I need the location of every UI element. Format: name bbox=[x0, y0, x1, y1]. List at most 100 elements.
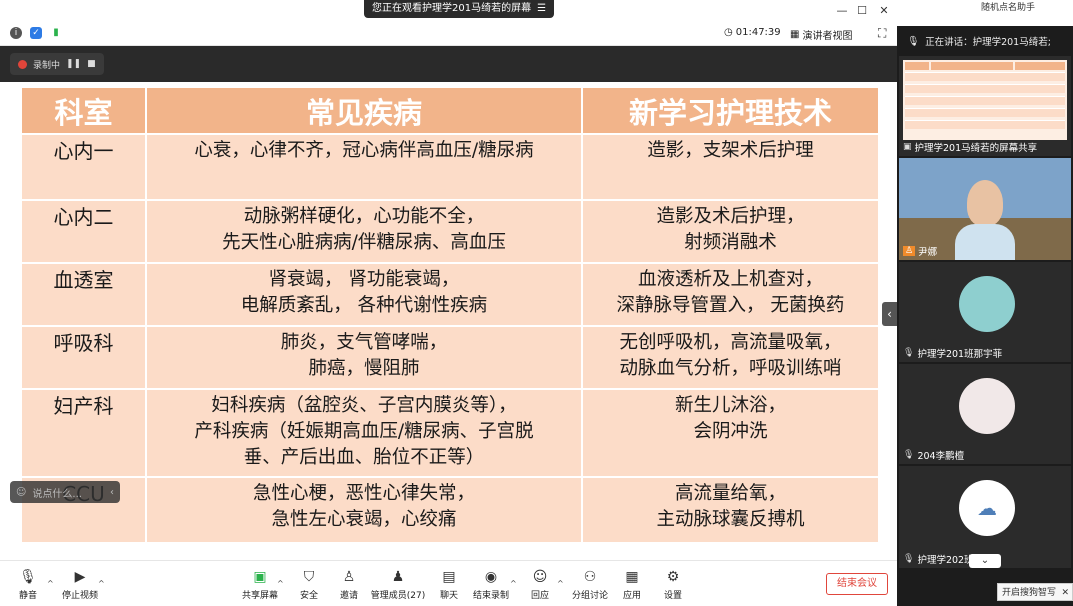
chat-icon: ▤ bbox=[442, 569, 456, 585]
expand-panel-icon[interactable]: ‹ bbox=[882, 302, 897, 326]
emoji-icon[interactable]: ☺ bbox=[16, 487, 26, 498]
diseases-line: 急性左心衰竭，心绞痛 bbox=[271, 509, 457, 530]
header-diseases: 常见疾病 bbox=[145, 86, 583, 135]
end-recording-label: 结束录制 bbox=[472, 591, 509, 601]
speaking-indicator: 🎙 正在讲话：护理学201马绮若; bbox=[897, 30, 1073, 52]
tile-name: ▣ 护理学201马绮若的屏幕共享 bbox=[903, 140, 1037, 154]
video-tile[interactable]: ♙ 尹娜 bbox=[899, 158, 1071, 260]
speaking-text: 正在讲话：护理学201马绮若; bbox=[925, 37, 1051, 48]
tech-line: 动脉血气分析，呼吸训练哨 bbox=[619, 358, 842, 379]
avatar bbox=[959, 276, 1015, 332]
tech-line: 高流量给氧， bbox=[674, 483, 786, 504]
minimize-icon[interactable]: — bbox=[834, 3, 850, 19]
diseases-cell: 心衰，心律不齐，冠心病伴高血压/糖尿病 bbox=[145, 133, 583, 201]
view-mode-button[interactable]: ▦ 演讲者视图 bbox=[790, 27, 852, 42]
tile-name: 🎙 204李鹏檀 bbox=[903, 448, 964, 462]
record-dot-icon bbox=[18, 59, 27, 69]
sogou-tooltip[interactable]: 开启搜狗智写 ✕ bbox=[997, 583, 1073, 601]
mini-row bbox=[905, 84, 1065, 93]
diseases-cell: 肾衰竭， 肾功能衰竭， 电解质紊乱， 各种代谢性疾病 bbox=[145, 262, 583, 327]
diseases-cell: 妇科疾病（盆腔炎、子宫内膜炎等）， 产科疾病（妊娠期高血压/糖尿病、子宫脱 垂、产后… bbox=[145, 388, 583, 478]
security-label: 安全 bbox=[299, 591, 318, 601]
table-row: 妇产科 妇科疾病（盆腔炎、子宫内膜炎等）， 产科疾病（妊娠期高血压/糖尿病、子宫脱垂… bbox=[20, 388, 880, 478]
tech-cell: 血液透析及上机查对， 深静脉导管置入， 无菌换药 bbox=[581, 262, 880, 327]
table-row: CCU急性心梗，恶性心律失常，急性左心衰竭，心绞痛高流量给氧，主动脉球囊反搏机 bbox=[20, 476, 880, 544]
close-icon[interactable]: ✕ bbox=[876, 3, 892, 19]
close-icon[interactable]: ✕ bbox=[1061, 584, 1069, 602]
mini-row bbox=[905, 120, 1065, 129]
stop-video-label: 停止视频 bbox=[61, 591, 98, 601]
meeting-app: 您正在观看护理学201马绮若的屏幕 ☰ — ☐ ✕ i ✓ ▮ ◷ 01:47:… bbox=[0, 0, 1073, 606]
dept-cell: 血透室 bbox=[20, 262, 147, 327]
tech-line: 无创呼吸机，高流量吸氧， bbox=[619, 332, 842, 353]
person-body bbox=[955, 224, 1015, 260]
share-screen-icon: ▣ bbox=[253, 569, 267, 585]
diseases-line: 肾衰竭， 肾功能衰竭， bbox=[268, 269, 460, 290]
tech-cell: 造影及术后护理， 射频消融术 bbox=[581, 199, 880, 264]
participant-tile[interactable]: 🎙 护理学201班那宇菲 bbox=[899, 262, 1071, 362]
meeting-info-bar: i ✓ ▮ ◷ 01:47:39 ▦ 演讲者视图 ⛶ bbox=[0, 22, 897, 46]
manage-members-button[interactable]: ♟ 管理成员(27) bbox=[370, 569, 426, 601]
diseases-line: 急性心梗，恶性心律失常， bbox=[252, 483, 475, 504]
screen-share-icon: ▣ bbox=[903, 142, 912, 152]
shared-slide: 科室 常见疾病 新学习护理技术 心内一 心衰，心律不齐，冠心病伴高血压/糖尿病 造影… bbox=[0, 82, 897, 560]
diseases-cell: 急性心梗，恶性心律失常， 急性左心衰竭，心绞痛 bbox=[145, 476, 583, 544]
menu-icon[interactable]: ☰ bbox=[537, 0, 546, 18]
participant-tile[interactable]: 🎙 204李鹏檀 bbox=[899, 364, 1071, 464]
table-row: 心内二 动脉粥样硬化，心功能不全， 先天性心脏病病/伴糖尿病、高血压 造影及术后护理，… bbox=[20, 199, 880, 264]
pause-icon[interactable]: ❚❚ bbox=[66, 59, 81, 69]
participant-panel: 随机点名助手 🎙 正在讲话：护理学201马绮若; ▣ 护理学201马绮若的屏幕共… bbox=[897, 0, 1073, 606]
dept-cell: 心内二 bbox=[20, 199, 147, 264]
tile-name-text: 204李鹏檀 bbox=[917, 451, 965, 462]
microphone-muted-icon: 🎙 bbox=[903, 348, 915, 358]
end-meeting-button[interactable]: 结束会议 bbox=[826, 573, 888, 595]
breakout-label: 分组讨论 bbox=[571, 591, 608, 601]
diseases-line: 肺炎，支气管哮喘， bbox=[280, 332, 448, 353]
recording-label: 录制中 bbox=[33, 60, 61, 71]
meeting-timer: ◷ 01:47:39 bbox=[724, 27, 781, 38]
panel-top-text[interactable]: 随机点名助手 bbox=[981, 0, 1035, 13]
diseases-line: 电解质紊乱， 各种代谢性疾病 bbox=[240, 295, 488, 316]
shield-icon[interactable]: ✓ bbox=[30, 27, 42, 39]
maximize-icon[interactable]: ☐ bbox=[854, 3, 870, 19]
diseases-line: 肺癌，慢阻肺 bbox=[308, 358, 420, 379]
breakout-icon: ⚇ bbox=[583, 569, 597, 585]
cloud-icon: ☁ bbox=[959, 480, 1015, 536]
video-options-icon[interactable]: ^ bbox=[98, 579, 105, 588]
dept-cell: 妇产科 bbox=[20, 388, 147, 478]
mute-label: 静音 bbox=[18, 591, 37, 601]
share-banner[interactable]: 您正在观看护理学201马绮若的屏幕 ☰ bbox=[364, 0, 555, 18]
tech-cell: 新生儿沐浴， 会阴冲洗 bbox=[581, 388, 880, 478]
table-row: 呼吸科 肺炎，支气管哮喘， 肺癌，慢阻肺 无创呼吸机，高流量吸氧， 动脉血气分析，呼吸训… bbox=[20, 325, 880, 390]
stop-icon[interactable]: ■ bbox=[87, 59, 96, 69]
participant-tile[interactable]: ☁ 🎙 护理学202班张 bbox=[899, 466, 1071, 568]
chat-input-float[interactable]: ☺ 说点什么... ‹ bbox=[10, 481, 120, 503]
tech-line: 射频消融术 bbox=[684, 232, 777, 253]
chevron-down-icon[interactable]: ⌄ bbox=[969, 554, 1001, 568]
tech-cell: 无创呼吸机，高流量吸氧， 动脉血气分析，呼吸训练哨 bbox=[581, 325, 880, 390]
microphone-muted-icon: 🎙 bbox=[903, 554, 915, 564]
tech-line: 造影及术后护理， bbox=[656, 206, 805, 227]
diseases-line: 动脉粥样硬化，心功能不全， bbox=[243, 206, 485, 227]
host-icon: ♙ bbox=[903, 246, 916, 256]
table-row: 心内一 心衰，心律不齐，冠心病伴高血压/糖尿病 造影，支架术后护理 bbox=[20, 133, 880, 201]
mini-header-cell bbox=[905, 62, 929, 70]
invite-label: 邀请 bbox=[339, 591, 358, 601]
info-icon[interactable]: i bbox=[10, 27, 22, 39]
bottom-toolbar: 🎙 静音 ^ ▶ 停止视频 ^ ▣ 共享屏幕 ^ ⛉ 安全 ♙ 邀请 ♟ 管理成员(27) … bbox=[0, 560, 897, 606]
diseases-line: 先天性心脏病病/伴糖尿病、高血压 bbox=[222, 232, 506, 253]
signal-icon[interactable]: ▮ bbox=[50, 27, 62, 39]
settings-button[interactable]: ⚙ 设置 bbox=[645, 569, 701, 601]
header-dept: 科室 bbox=[20, 86, 147, 135]
tech-line: 造影，支架术后护理 bbox=[647, 140, 814, 161]
tile-name-text: 尹娜 bbox=[918, 247, 938, 258]
recording-indicator[interactable]: 录制中 ❚❚ ■ bbox=[10, 53, 104, 75]
screen-share-tile[interactable]: ▣ 护理学201马绮若的屏幕共享 bbox=[899, 56, 1071, 156]
title-bar: 您正在观看护理学201马绮若的屏幕 ☰ — ☐ ✕ bbox=[0, 0, 897, 22]
fullscreen-icon[interactable]: ⛶ bbox=[878, 26, 886, 41]
invite-button[interactable]: ♙ 邀请 bbox=[321, 569, 377, 601]
timer-value: 01:47:39 bbox=[735, 27, 781, 38]
collapse-icon[interactable]: ‹ bbox=[110, 487, 114, 498]
camera-icon: ▶ bbox=[74, 569, 86, 585]
main-meeting-window: 您正在观看护理学201马绮若的屏幕 ☰ — ☐ ✕ i ✓ ▮ ◷ 01:47:… bbox=[0, 0, 897, 606]
